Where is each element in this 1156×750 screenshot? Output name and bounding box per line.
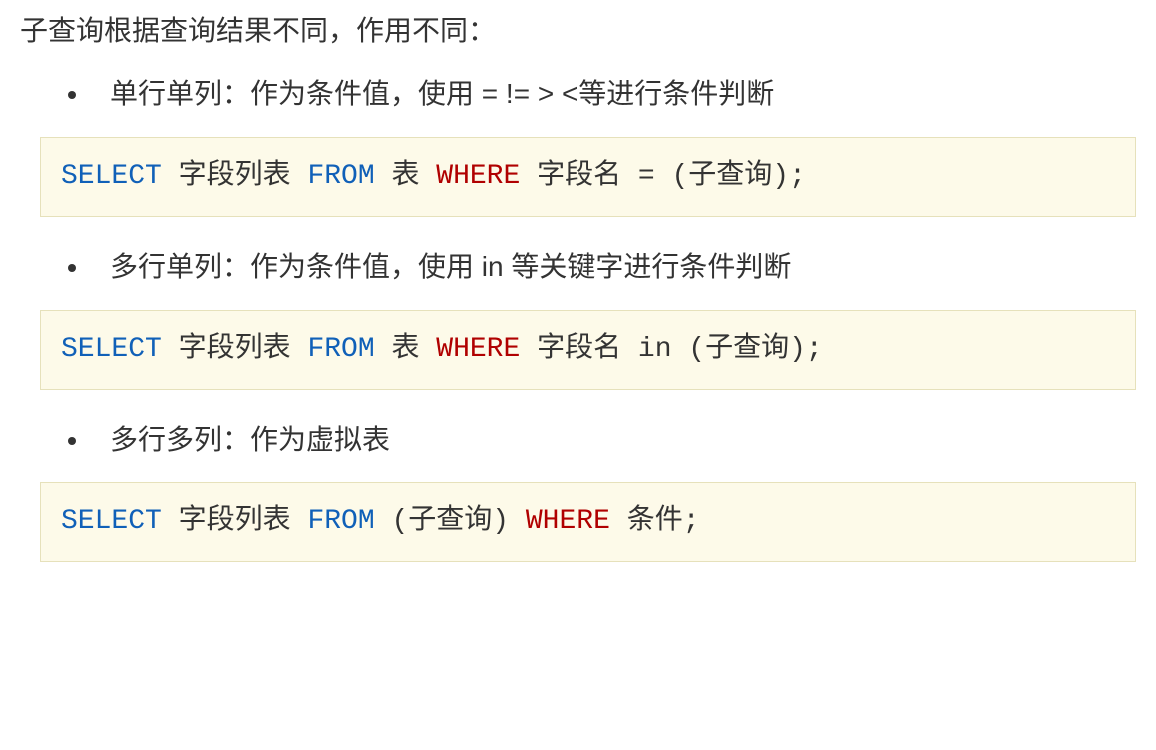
- bullet-icon: [68, 437, 76, 445]
- code-block-3: SELECT 字段列表 FROM (子查询) WHERE 条件;: [40, 482, 1136, 562]
- keyword-select: SELECT: [61, 506, 162, 537]
- keyword-where: WHERE: [526, 506, 610, 537]
- keyword-from: FROM: [307, 161, 374, 192]
- keyword-select: SELECT: [61, 161, 162, 192]
- keyword-from: FROM: [307, 334, 374, 365]
- code-text: 条件;: [610, 506, 700, 537]
- bullet-text-1: 单行单列：作为条件值，使用 = != > <等进行条件判断: [110, 72, 1136, 117]
- bullet-line-2: 多行单列：作为条件值，使用 in 等关键字进行条件判断: [20, 245, 1136, 290]
- code-text: 字段列表: [162, 161, 308, 192]
- section-3: 多行多列：作为虚拟表 SELECT 字段列表 FROM (子查询) WHERE …: [20, 418, 1136, 563]
- code-text: 表: [375, 334, 437, 365]
- section-2: 多行单列：作为条件值，使用 in 等关键字进行条件判断 SELECT 字段列表 …: [20, 245, 1136, 390]
- bullet-icon: [68, 264, 76, 272]
- code-text: 字段列表: [162, 334, 308, 365]
- code-text: (子查询): [375, 506, 526, 537]
- code-text: 字段名 in (子查询);: [520, 334, 822, 365]
- keyword-where: WHERE: [436, 334, 520, 365]
- section-1: 单行单列：作为条件值，使用 = != > <等进行条件判断 SELECT 字段列…: [20, 72, 1136, 217]
- keyword-select: SELECT: [61, 334, 162, 365]
- code-text: 表: [375, 161, 437, 192]
- bullet-line-3: 多行多列：作为虚拟表: [20, 418, 1136, 463]
- code-block-1: SELECT 字段列表 FROM 表 WHERE 字段名 = (子查询);: [40, 137, 1136, 217]
- code-text: 字段列表: [162, 506, 308, 537]
- bullet-text-2: 多行单列：作为条件值，使用 in 等关键字进行条件判断: [110, 245, 1136, 290]
- code-text: 字段名 = (子查询);: [520, 161, 806, 192]
- bullet-icon: [68, 91, 76, 99]
- code-block-2: SELECT 字段列表 FROM 表 WHERE 字段名 in (子查询);: [40, 310, 1136, 390]
- bullet-line-1: 单行单列：作为条件值，使用 = != > <等进行条件判断: [20, 72, 1136, 117]
- intro-text: 子查询根据查询结果不同，作用不同：: [20, 10, 1136, 52]
- bullet-text-3: 多行多列：作为虚拟表: [110, 418, 1136, 463]
- keyword-where: WHERE: [436, 161, 520, 192]
- keyword-from: FROM: [307, 506, 374, 537]
